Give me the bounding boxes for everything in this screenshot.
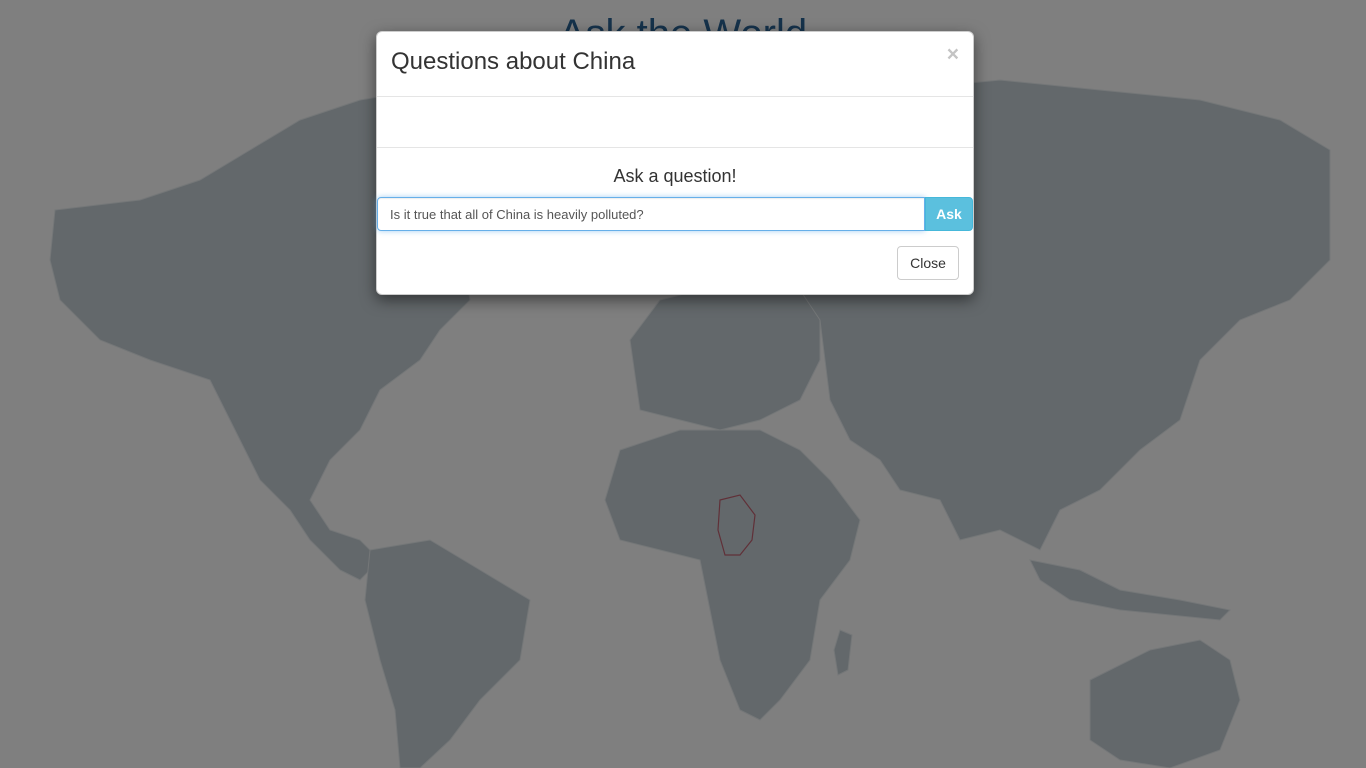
ask-heading: Ask a question! <box>613 166 737 186</box>
questions-modal: Questions about China × Ask a question! … <box>376 31 974 295</box>
modal-body <box>377 97 973 148</box>
modal-title: Questions about China <box>391 48 636 75</box>
ask-button[interactable]: Ask <box>925 197 973 231</box>
close-icon[interactable]: × <box>947 44 959 65</box>
question-input[interactable] <box>377 197 925 231</box>
modal-header: Questions about China × <box>377 32 973 97</box>
modal-footer: Ask a question! Ask Close <box>377 148 973 294</box>
close-button[interactable]: Close <box>897 246 959 280</box>
